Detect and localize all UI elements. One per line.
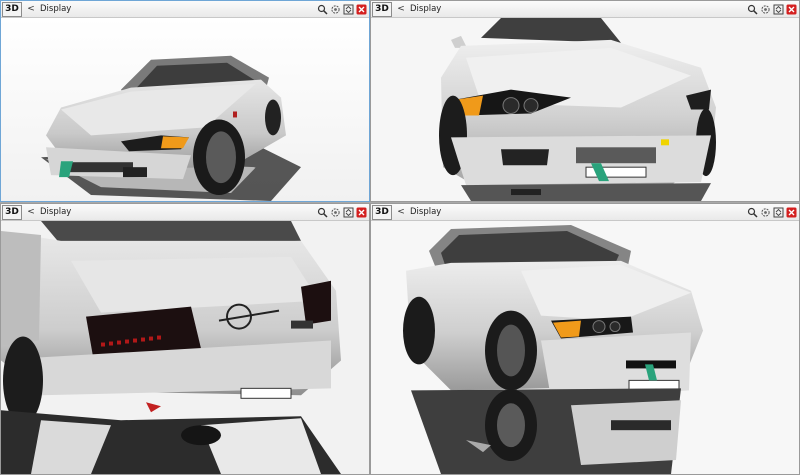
orbit-icon[interactable] — [759, 206, 771, 218]
3d-scene-rear[interactable] — [1, 221, 369, 474]
back-button[interactable]: < — [397, 4, 405, 14]
viewport-header: 3D < Display — [371, 1, 799, 18]
maximize-icon[interactable] — [772, 3, 784, 15]
maximize-icon[interactable] — [772, 206, 784, 218]
zoom-icon[interactable] — [316, 3, 328, 15]
close-icon[interactable] — [355, 206, 367, 218]
view-mode-badge[interactable]: 3D — [2, 1, 22, 17]
back-button[interactable]: < — [27, 4, 35, 14]
viewport-title: Display — [40, 207, 72, 217]
maximize-icon[interactable] — [342, 206, 354, 218]
orbit-icon[interactable] — [329, 206, 341, 218]
3d-scene-front-left-low[interactable] — [371, 221, 799, 474]
viewport-toolbar — [316, 206, 367, 218]
viewport-grid: 3D < Display 3D < Display 3D < Display 3… — [0, 0, 800, 475]
viewport-title: Display — [40, 4, 72, 14]
orbit-icon[interactable] — [329, 3, 341, 15]
zoom-icon[interactable] — [746, 3, 758, 15]
viewport-header: 3D < Display — [1, 204, 369, 221]
view-mode-badge[interactable]: 3D — [372, 1, 392, 17]
zoom-icon[interactable] — [746, 206, 758, 218]
viewport-title: Display — [410, 207, 442, 217]
view-mode-badge[interactable]: 3D — [372, 204, 392, 220]
viewport-header: 3D < Display — [1, 1, 369, 18]
viewport-header: 3D < Display — [371, 204, 799, 221]
close-icon[interactable] — [785, 3, 797, 15]
viewport-title: Display — [410, 4, 442, 14]
orbit-icon[interactable] — [759, 3, 771, 15]
viewport-bottom-left[interactable]: 3D < Display — [0, 203, 370, 475]
zoom-icon[interactable] — [316, 206, 328, 218]
viewport-toolbar — [746, 206, 797, 218]
back-button[interactable]: < — [397, 207, 405, 217]
viewport-toolbar — [316, 3, 367, 15]
close-icon[interactable] — [355, 3, 367, 15]
viewport-toolbar — [746, 3, 797, 15]
viewport-top-right[interactable]: 3D < Display — [370, 0, 800, 202]
back-button[interactable]: < — [27, 207, 35, 217]
view-mode-badge[interactable]: 3D — [2, 204, 22, 220]
viewport-bottom-right[interactable]: 3D < Display — [370, 203, 800, 475]
close-icon[interactable] — [785, 206, 797, 218]
maximize-icon[interactable] — [342, 3, 354, 15]
3d-scene-front-left[interactable] — [1, 18, 369, 201]
viewport-top-left[interactable]: 3D < Display — [0, 0, 370, 202]
3d-scene-front[interactable] — [371, 18, 799, 201]
